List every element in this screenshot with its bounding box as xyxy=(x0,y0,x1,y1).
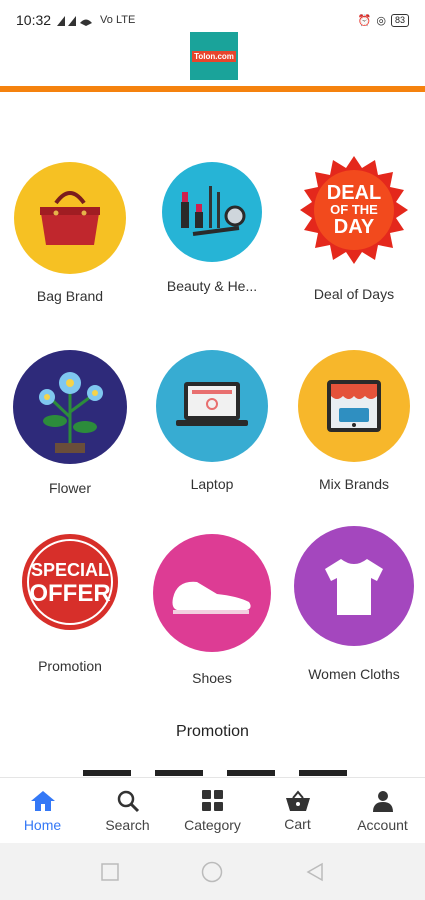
category-flower[interactable]: Flower xyxy=(0,350,140,496)
category-beauty[interactable]: Beauty & He... xyxy=(142,162,282,294)
deal-word-1: DEAL xyxy=(326,182,382,204)
header-divider xyxy=(0,86,425,92)
network-label: Vo LTE xyxy=(100,14,136,26)
promo-item[interactable] xyxy=(155,770,203,776)
nav-label: Home xyxy=(23,816,62,833)
cosmetics-icon xyxy=(162,162,262,262)
promotion-carousel[interactable] xyxy=(83,770,347,776)
section-title: Promotion xyxy=(176,723,249,740)
category-laptop[interactable]: Laptop xyxy=(142,350,282,492)
promo-item[interactable] xyxy=(299,770,347,776)
category-label: Bag Brand xyxy=(36,288,104,304)
app-logo[interactable]: Tolon.com xyxy=(190,32,238,80)
home-icon xyxy=(30,790,55,811)
storefront-icon xyxy=(298,350,410,462)
nav-account[interactable]: Account xyxy=(340,778,425,843)
category-label: Women Cloths xyxy=(308,666,400,682)
category-label: Promotion xyxy=(38,658,102,674)
category-promotion[interactable]: SPECIAL OFFER Promotion xyxy=(0,530,140,674)
nav-category[interactable]: Category xyxy=(170,778,255,843)
nav-cart[interactable]: Cart xyxy=(255,778,340,843)
category-label: Deal of Days xyxy=(313,286,395,302)
logo-text: Tolon.com xyxy=(192,50,236,62)
category-bag-brand[interactable]: Bag Brand xyxy=(0,162,140,304)
offer-word-1: SPECIAL xyxy=(30,560,109,580)
nav-label: Cart xyxy=(284,815,311,832)
nav-home[interactable]: Home xyxy=(0,778,85,843)
category-deal-of-days[interactable]: DEAL OF THE DAY Deal of Days xyxy=(284,154,424,302)
nav-search[interactable]: Search xyxy=(85,778,170,843)
category-label: Laptop xyxy=(190,476,234,492)
nav-label: Category xyxy=(184,816,241,833)
recents-icon[interactable] xyxy=(101,862,119,881)
deal-word-3: DAY xyxy=(333,216,375,238)
special-offer-badge: SPECIAL OFFER xyxy=(18,530,122,634)
back-icon[interactable] xyxy=(306,862,324,882)
alarm-icon: ⏰ xyxy=(357,14,372,27)
category-label: Mix Brands xyxy=(318,476,390,492)
handbag-icon xyxy=(14,162,126,274)
app-header: Tolon.com xyxy=(0,28,425,90)
home-button-icon[interactable] xyxy=(201,861,223,883)
system-navigation-bar xyxy=(0,843,425,900)
category-mix-brands[interactable]: Mix Brands xyxy=(284,350,424,492)
shoe-icon xyxy=(153,534,271,652)
battery-level: 83 xyxy=(390,13,409,27)
laptop-icon xyxy=(156,350,268,462)
bottom-navigation: Home Search Category Cart Account xyxy=(0,777,425,843)
nav-label: Account xyxy=(357,816,408,833)
flower-icon xyxy=(13,350,127,464)
category-label: Shoes xyxy=(192,670,232,686)
category-shoes[interactable]: Shoes xyxy=(142,534,282,686)
status-time: 10:32 xyxy=(16,12,52,28)
search-icon xyxy=(117,790,139,812)
category-women-cloths[interactable]: Women Cloths xyxy=(284,526,424,682)
deal-word-2: OF THE xyxy=(330,202,378,217)
basket-icon xyxy=(285,789,310,811)
sync-icon: ◎ xyxy=(376,14,386,27)
category-label: Flower xyxy=(48,480,91,496)
grid-icon xyxy=(201,789,223,811)
person-icon xyxy=(372,790,393,812)
promo-item[interactable] xyxy=(227,770,275,776)
promo-item[interactable] xyxy=(83,770,131,776)
tshirt-icon xyxy=(294,526,414,646)
category-label: Beauty & He... xyxy=(166,278,258,294)
offer-word-2: OFFER xyxy=(29,580,111,607)
deal-of-the-day-badge: DEAL OF THE DAY xyxy=(298,154,410,266)
signal-icon: Vo LTE xyxy=(57,14,135,26)
nav-label: Search xyxy=(105,816,150,833)
